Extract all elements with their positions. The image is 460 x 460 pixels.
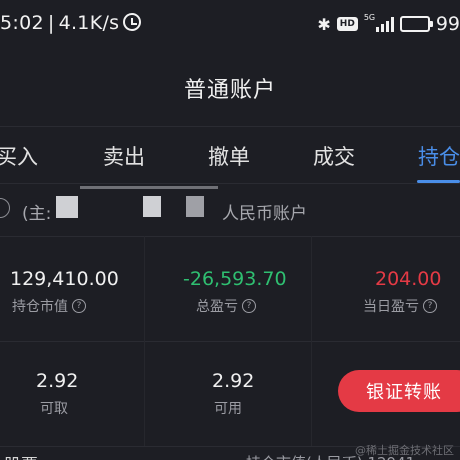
stats-top-divider: [0, 236, 460, 237]
account-selector[interactable]: (主: 人民币账户: [0, 184, 460, 236]
signal-bar-4: [390, 17, 394, 32]
status-separator: |: [47, 12, 55, 34]
redaction-stroke: [80, 186, 218, 189]
info-icon[interactable]: ?: [423, 299, 437, 313]
bluetooth-icon: ✱: [317, 14, 331, 34]
tab-trades[interactable]: 成交: [313, 141, 355, 171]
status-bar: 5:02 | 4.1K/s ✱ HD 5G 99: [0, 0, 460, 50]
tab-bar: 买入 卖出 撤单 成交 持仓: [0, 126, 460, 184]
network-speed: 4.1K/s: [58, 12, 120, 34]
active-tab-indicator: [417, 180, 460, 183]
holdings-screen: 5:02 | 4.1K/s ✱ HD 5G 99 普通账户 买入 卖出 撤单 成交 …: [0, 0, 460, 460]
info-icon[interactable]: ?: [242, 299, 256, 313]
network-type-label: 5G: [363, 13, 376, 22]
tab-cancel-order[interactable]: 撤单: [208, 141, 250, 171]
info-icon[interactable]: ?: [72, 299, 86, 313]
alarm-icon: [123, 13, 142, 31]
account-main-label: (主:: [22, 204, 52, 224]
withdrawable-value: 2.92: [36, 370, 79, 392]
battery-icon: [399, 16, 433, 32]
today-pnl-label: 当日盈亏 ?: [363, 296, 437, 316]
market-value-label-text: 持仓市值: [12, 299, 68, 315]
status-right: ✱ HD 5G 99: [317, 13, 460, 35]
today-pnl-value: 204.00: [375, 268, 442, 290]
today-pnl-label-text: 当日盈亏: [363, 299, 419, 315]
redaction-block-1: [56, 196, 78, 218]
withdrawable-label: 可取: [40, 401, 68, 417]
battery-percent: 99: [435, 13, 460, 35]
watermark: @稀土掘金技术社区: [355, 444, 454, 457]
market-value: 129,410.00: [10, 268, 119, 290]
hd-badge: HD: [336, 17, 358, 31]
available-label: 可用: [214, 401, 242, 417]
total-pnl-label: 总盈亏 ?: [196, 296, 256, 316]
signal-bar-2: [380, 24, 384, 32]
page-title: 普通账户: [183, 78, 276, 103]
bank-securities-transfer-button[interactable]: 银证转账: [338, 370, 460, 412]
tab-sell[interactable]: 卖出: [103, 141, 145, 171]
account-stats: 129,410.00 持仓市值 ? -26,593.70 总盈亏 ? 204.0…: [0, 236, 460, 446]
market-value-label: 持仓市值 ?: [12, 296, 86, 316]
redaction-block-2: [143, 196, 161, 217]
stats-column-divider-1: [144, 236, 145, 446]
account-type-label: 人民币账户: [222, 204, 307, 224]
stats-column-divider-2: [311, 236, 312, 446]
redaction-block-3: [186, 196, 204, 217]
signal-icon: 5G: [363, 13, 394, 32]
tab-buy[interactable]: 买入: [0, 141, 38, 171]
total-pnl-label-text: 总盈亏: [196, 299, 238, 315]
signal-bar-1: [375, 27, 379, 32]
stats-middle-divider: [0, 341, 460, 342]
currency-icon: [0, 198, 10, 218]
tab-positions[interactable]: 持仓: [418, 141, 460, 171]
status-time: 5:02: [0, 12, 44, 34]
signal-bar-3: [385, 21, 389, 32]
status-left: 5:02 | 4.1K/s: [0, 12, 142, 34]
total-pnl-value: -26,593.70: [183, 268, 287, 290]
available-value: 2.92: [212, 370, 255, 392]
holdings-type-label: 股票: [4, 451, 38, 460]
